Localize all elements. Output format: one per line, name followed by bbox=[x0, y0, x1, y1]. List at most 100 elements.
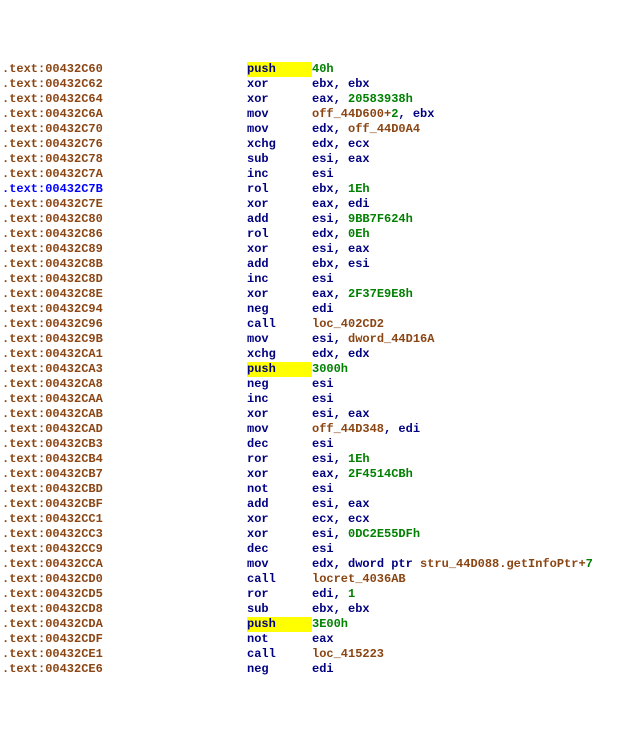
operands[interactable]: ebx, ebx bbox=[312, 602, 370, 616]
operand-token[interactable]: ebx bbox=[312, 602, 334, 616]
operand-token[interactable]: edi bbox=[312, 662, 334, 676]
operand-token[interactable]: , bbox=[334, 467, 348, 481]
asm-line[interactable]: .text:00432CC1xorecx, ecx bbox=[2, 512, 633, 527]
operands[interactable]: locret_4036AB bbox=[312, 572, 406, 586]
asm-line[interactable]: .text:00432CD0calllocret_4036AB bbox=[2, 572, 633, 587]
asm-line[interactable]: .text:00432CBDnotesi bbox=[2, 482, 633, 497]
asm-line[interactable]: .text:00432C7Exoreax, edi bbox=[2, 197, 633, 212]
operands[interactable]: loc_415223 bbox=[312, 647, 384, 661]
asm-line[interactable]: .text:00432CA8negesi bbox=[2, 377, 633, 392]
mnemonic[interactable]: xor bbox=[247, 287, 312, 302]
operand-token[interactable]: , bbox=[334, 77, 348, 91]
operand-token[interactable]: , bbox=[334, 257, 348, 271]
address-label[interactable]: .text:00432CA1 bbox=[2, 347, 247, 362]
operand-token[interactable]: esi bbox=[312, 152, 334, 166]
operand-token[interactable]: esi bbox=[312, 527, 334, 541]
address-label[interactable]: .text:00432CC3 bbox=[2, 527, 247, 542]
mnemonic[interactable]: ror bbox=[247, 452, 312, 467]
address-label[interactable]: .text:00432C78 bbox=[2, 152, 247, 167]
mnemonic[interactable]: not bbox=[247, 482, 312, 497]
operand-token[interactable]: , bbox=[334, 212, 348, 226]
asm-line[interactable]: .text:00432CCAmovedx, dword ptr stru_44D… bbox=[2, 557, 633, 572]
address-label[interactable]: .text:00432CC1 bbox=[2, 512, 247, 527]
mnemonic[interactable]: xor bbox=[247, 527, 312, 542]
asm-line[interactable]: .text:00432C62xorebx, ebx bbox=[2, 77, 633, 92]
operand-token[interactable]: edx bbox=[312, 557, 334, 571]
operand-token[interactable]: 3E00h bbox=[312, 617, 348, 631]
operand-token[interactable]: esi bbox=[312, 482, 334, 496]
operands[interactable]: esi, 9BB7F624h bbox=[312, 212, 413, 226]
asm-line[interactable]: .text:00432C60push40h bbox=[2, 62, 633, 77]
asm-line[interactable]: .text:00432C86roledx, 0Eh bbox=[2, 227, 633, 242]
mnemonic[interactable]: neg bbox=[247, 377, 312, 392]
operand-token[interactable]: , bbox=[334, 242, 348, 256]
operand-token[interactable]: off_44D0A4 bbox=[348, 122, 420, 136]
operands[interactable]: eax, 2F4514CBh bbox=[312, 467, 413, 481]
address-label[interactable]: .text:00432CA8 bbox=[2, 377, 247, 392]
operands[interactable]: esi bbox=[312, 437, 334, 451]
operands[interactable]: esi, eax bbox=[312, 152, 370, 166]
operands[interactable]: edx, off_44D0A4 bbox=[312, 122, 420, 136]
address-label[interactable]: .text:00432CBD bbox=[2, 482, 247, 497]
operand-token[interactable]: 40h bbox=[312, 62, 334, 76]
operand-token[interactable]: , bbox=[334, 557, 348, 571]
operand-token[interactable]: edx bbox=[312, 227, 334, 241]
asm-line[interactable]: .text:00432CD5roredi, 1 bbox=[2, 587, 633, 602]
operand-token[interactable]: , bbox=[398, 107, 412, 121]
mnemonic[interactable]: add bbox=[247, 497, 312, 512]
operand-token[interactable]: off_44D600 bbox=[312, 107, 384, 121]
asm-line[interactable]: .text:00432CE1callloc_415223 bbox=[2, 647, 633, 662]
operand-token[interactable]: , bbox=[334, 407, 348, 421]
address-label[interactable]: .text:00432CD5 bbox=[2, 587, 247, 602]
operands[interactable]: loc_402CD2 bbox=[312, 317, 384, 331]
operand-token[interactable]: ebx bbox=[312, 182, 334, 196]
operands[interactable]: esi, eax bbox=[312, 407, 370, 421]
asm-line[interactable]: .text:00432CD8subebx, ebx bbox=[2, 602, 633, 617]
asm-line[interactable]: .text:00432C9Bmovesi, dword_44D16A bbox=[2, 332, 633, 347]
operand-token[interactable]: 1 bbox=[348, 587, 355, 601]
operand-token[interactable]: esi bbox=[312, 452, 334, 466]
address-label[interactable]: .text:00432CCA bbox=[2, 557, 247, 572]
asm-line[interactable]: .text:00432CE6negedi bbox=[2, 662, 633, 677]
operands[interactable]: eax, 2F37E9E8h bbox=[312, 287, 413, 301]
operand-token[interactable]: 2F4514CBh bbox=[348, 467, 413, 481]
address-label[interactable]: .text:00432CC9 bbox=[2, 542, 247, 557]
operands[interactable]: esi bbox=[312, 392, 334, 406]
mnemonic[interactable]: push bbox=[247, 617, 312, 632]
operand-token[interactable]: edx bbox=[348, 347, 370, 361]
asm-line[interactable]: .text:00432C94negedi bbox=[2, 302, 633, 317]
address-label[interactable]: .text:00432C8B bbox=[2, 257, 247, 272]
address-label[interactable]: .text:00432C70 bbox=[2, 122, 247, 137]
operand-token[interactable]: esi bbox=[312, 407, 334, 421]
operands[interactable]: edi bbox=[312, 302, 334, 316]
operand-token[interactable]: esi bbox=[312, 392, 334, 406]
asm-line[interactable]: .text:00432CB4roresi, 1Eh bbox=[2, 452, 633, 467]
operand-token[interactable]: , bbox=[334, 497, 348, 511]
mnemonic[interactable]: mov bbox=[247, 122, 312, 137]
mnemonic[interactable]: xor bbox=[247, 512, 312, 527]
operand-token[interactable]: esi bbox=[312, 212, 334, 226]
operands[interactable]: edi bbox=[312, 662, 334, 676]
mnemonic[interactable]: xchg bbox=[247, 137, 312, 152]
address-label[interactable]: .text:00432C62 bbox=[2, 77, 247, 92]
operand-token[interactable]: loc_415223 bbox=[312, 647, 384, 661]
operands[interactable]: esi, eax bbox=[312, 497, 370, 511]
mnemonic[interactable]: mov bbox=[247, 332, 312, 347]
address-label[interactable]: .text:00432C9B bbox=[2, 332, 247, 347]
operands[interactable]: ecx, ecx bbox=[312, 512, 370, 526]
address-label[interactable]: .text:00432CAB bbox=[2, 407, 247, 422]
mnemonic[interactable]: xor bbox=[247, 92, 312, 107]
operand-token[interactable]: eax bbox=[348, 242, 370, 256]
operands[interactable]: edx, dword ptr stru_44D088.getInfoPtr+7 bbox=[312, 557, 593, 571]
address-label[interactable]: .text:00432C8E bbox=[2, 287, 247, 302]
address-label[interactable]: .text:00432C76 bbox=[2, 137, 247, 152]
operands[interactable]: esi bbox=[312, 272, 334, 286]
operand-token[interactable]: esi bbox=[312, 377, 334, 391]
mnemonic[interactable]: inc bbox=[247, 272, 312, 287]
address-label[interactable]: .text:00432C94 bbox=[2, 302, 247, 317]
operand-token[interactable]: , bbox=[334, 227, 348, 241]
operand-token[interactable]: dword ptr bbox=[348, 557, 420, 571]
asm-line[interactable]: .text:00432CADmovoff_44D348, edi bbox=[2, 422, 633, 437]
mnemonic[interactable]: neg bbox=[247, 662, 312, 677]
operand-token[interactable]: esi bbox=[312, 167, 334, 181]
